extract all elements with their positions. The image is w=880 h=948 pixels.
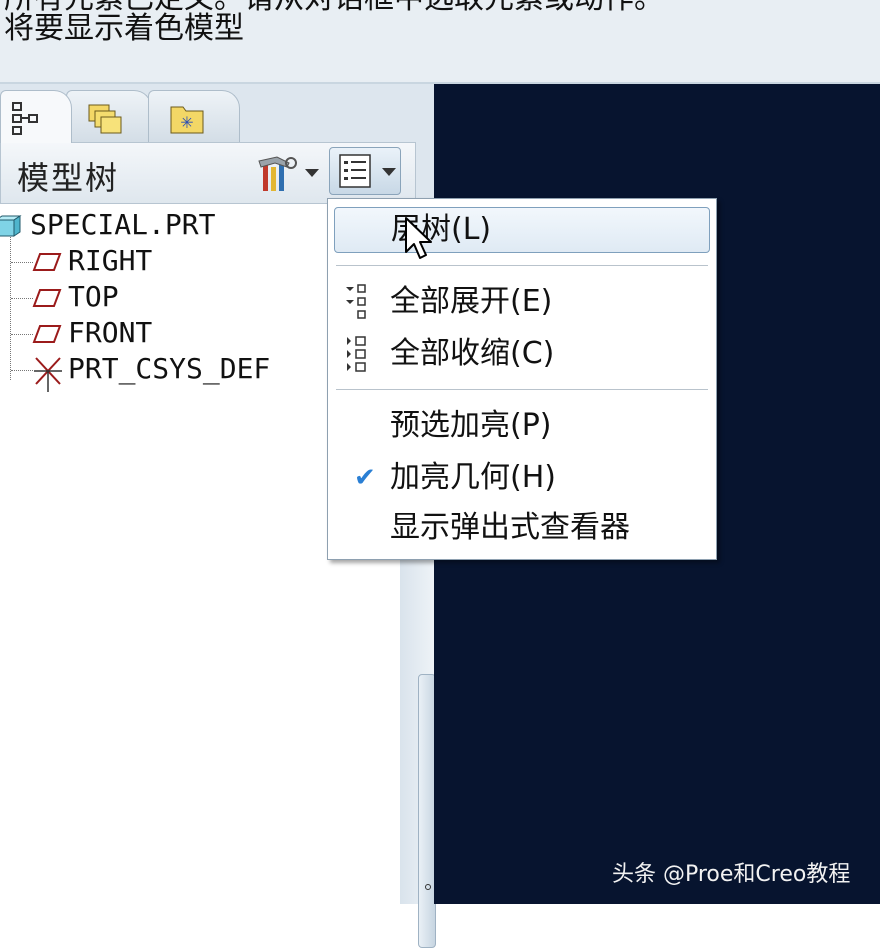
menu-item-label: 全部收缩(C) [390,336,555,371]
datum-plane-icon [32,325,62,343]
tree-item-label: PRT_CSYS_DEF [68,352,271,385]
menu-item-expand-all[interactable]: 全部展开(E) [334,279,710,325]
menu-item-label: 显示弹出式查看器 [390,510,630,545]
datum-plane-icon [32,253,62,271]
tree-item-root[interactable]: SPECIAL.PRT [0,208,320,242]
coordinate-system-icon [34,357,62,392]
message-line-2: 将要显示着色模型 [4,11,244,46]
expand-all-icon [346,284,366,319]
model-tree-title: 模型树 [17,159,120,197]
model-tree-icon [12,102,38,135]
tab-favorites[interactable]: ✳ [148,90,240,143]
tab-folder-browser[interactable] [66,90,152,143]
tree-item-csys[interactable]: PRT_CSYS_DEF [0,352,320,392]
show-menu-button[interactable] [329,147,401,195]
tree-item-label: FRONT [68,316,153,349]
tree-item-front[interactable]: FRONT [0,316,320,350]
settings-caret-icon [305,169,319,177]
part-icon [0,215,22,237]
menu-item-collapse-all[interactable]: 全部收缩(C) [334,331,710,377]
model-tree-header: 模型树 [0,142,416,204]
menu-item-layer-tree[interactable]: 层树(L) [334,207,710,253]
menu-item-label: 预选加亮(P) [390,408,552,443]
collapse-all-icon [347,336,366,372]
mouse-cursor-icon [405,217,432,259]
show-menu-caret-icon [382,168,396,176]
datum-plane-icon [32,289,62,307]
favorites-folder-icon: ✳ [170,106,204,134]
menu-item-popup-viewer[interactable]: 显示弹出式查看器 [334,505,710,551]
settings-tools-icon [258,156,297,191]
folder-browser-icon [88,104,122,134]
menu-separator [336,265,708,266]
show-dropdown-menu: 层树(L) 全部展开(E) 全部收缩(C) 预选加亮(P) ✔ 加亮几何(H) [327,198,717,560]
watermark: 头条 @Proe和Creo教程 [612,862,851,887]
tab-model-tree[interactable] [0,90,72,143]
check-icon: ✔ [354,463,376,493]
menu-item-preselection-highlight[interactable]: 预选加亮(P) [334,403,710,449]
settings-button[interactable] [255,149,325,195]
scrollbar-grip-icon [425,884,431,890]
navigator-tabs: ✳ [0,84,434,143]
svg-text:✳: ✳ [180,113,193,132]
tree-item-top[interactable]: TOP [0,280,320,314]
menu-item-label: 加亮几何(H) [390,460,556,495]
tree-item-label: SPECIAL.PRT [30,208,216,241]
message-area: 所有元素已定义。请从对话框中选取元素或动作。 将要显示着色模型 [0,0,880,84]
show-menu-icon [339,154,371,188]
menu-item-label: 全部展开(E) [390,284,553,319]
tree-item-label: TOP [68,280,119,313]
tree-item-label: RIGHT [68,244,153,277]
menu-separator [336,389,708,390]
menu-item-highlight-geometry[interactable]: ✔ 加亮几何(H) [334,455,710,501]
tree-item-right[interactable]: RIGHT [0,244,320,278]
